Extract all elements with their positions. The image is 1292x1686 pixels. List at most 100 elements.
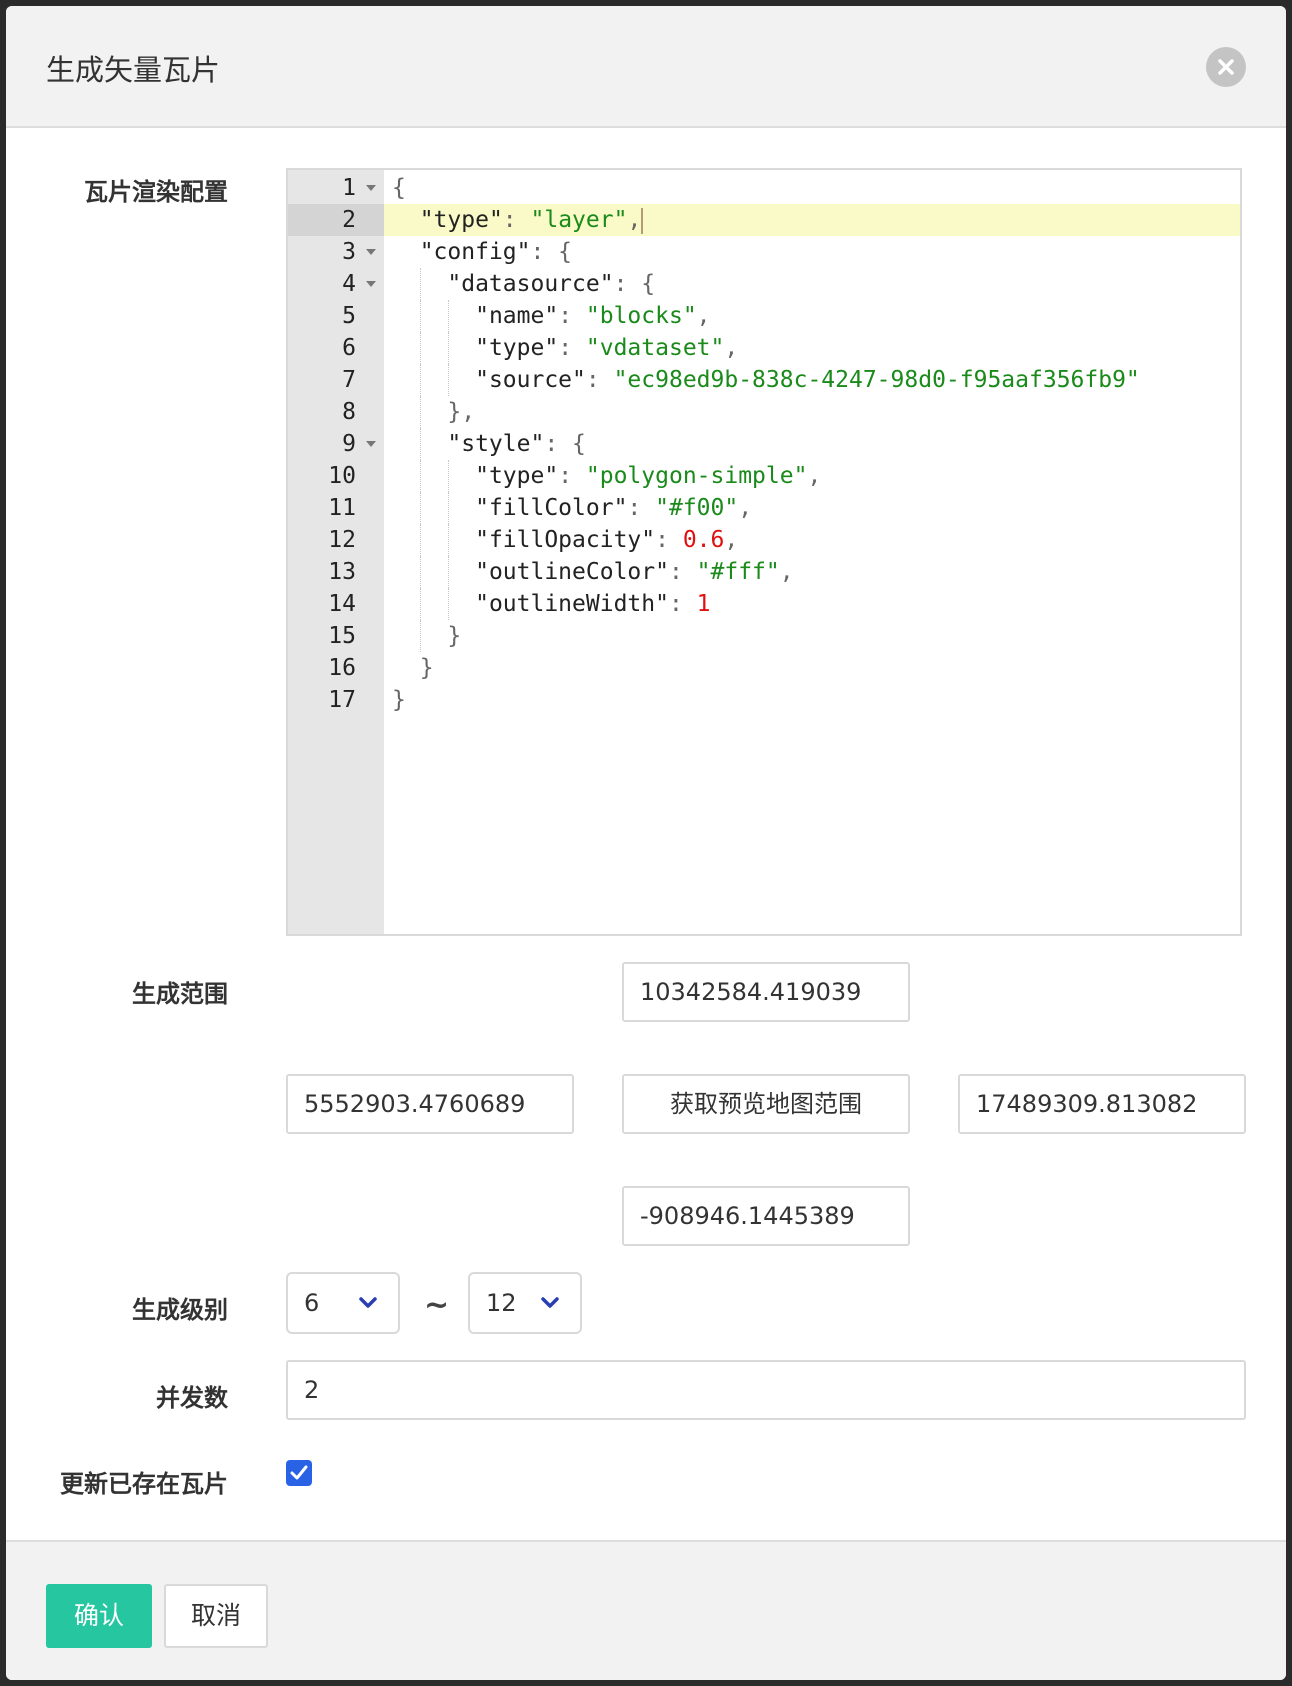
code-line[interactable]: 9 "style": { bbox=[288, 428, 1240, 460]
fold-toggle-icon[interactable] bbox=[366, 249, 376, 255]
code-token: "outlineWidth" bbox=[475, 591, 669, 617]
line-number: 7 bbox=[288, 364, 384, 396]
chevron-down-icon bbox=[541, 1297, 559, 1308]
line-number: 11 bbox=[288, 492, 384, 524]
code-line[interactable]: 13 "outlineColor": "#fff", bbox=[288, 556, 1240, 588]
line-number: 17 bbox=[288, 684, 384, 716]
code-token: "ec98ed9b-838c-4247-98d0-f95aaf356fb9" bbox=[613, 367, 1140, 393]
code-line[interactable]: 15 } bbox=[288, 620, 1240, 652]
code-token: "source" bbox=[475, 367, 586, 393]
code-token: "config" bbox=[419, 239, 531, 265]
code-token: , bbox=[738, 495, 753, 521]
line-number: 6 bbox=[288, 332, 384, 364]
code-text: } bbox=[384, 652, 1240, 684]
code-token: "#fff" bbox=[696, 559, 780, 585]
code-line[interactable]: 11 "fillColor": "#f00", bbox=[288, 492, 1240, 524]
concurrency-input[interactable]: 2 bbox=[286, 1360, 1246, 1420]
code-line[interactable]: 6 "type": "vdataset", bbox=[288, 332, 1240, 364]
code-token: : bbox=[668, 559, 697, 585]
level-separator: ~ bbox=[424, 1288, 450, 1323]
min-level-select[interactable]: 6 bbox=[286, 1272, 400, 1334]
code-line[interactable]: 10 "type": "polygon-simple", bbox=[288, 460, 1240, 492]
code-token: , bbox=[807, 463, 822, 489]
code-token: : bbox=[558, 463, 586, 489]
code-token: } bbox=[447, 623, 462, 649]
code-text: "type": "layer", bbox=[384, 204, 1240, 236]
indent-guide bbox=[448, 300, 449, 332]
code-token: : bbox=[655, 527, 683, 553]
render-config-label: 瓦片渲染配置 bbox=[84, 178, 228, 206]
fold-toggle-icon[interactable] bbox=[366, 281, 376, 287]
indent-guide bbox=[420, 556, 421, 588]
indent-guide bbox=[448, 364, 449, 396]
extent-top-input[interactable]: 10342584.419039 bbox=[622, 962, 910, 1022]
code-line[interactable]: 14 "outlineWidth": 1 bbox=[288, 588, 1240, 620]
code-token: : bbox=[502, 207, 531, 233]
fold-toggle-icon[interactable] bbox=[366, 185, 376, 191]
config-code-editor[interactable]: 1{2 "type": "layer", 3 "config": {4 "data… bbox=[286, 168, 1242, 936]
line-number-text: 7 bbox=[342, 367, 356, 393]
close-button[interactable] bbox=[1206, 47, 1246, 87]
code-text: "outlineColor": "#fff", bbox=[384, 556, 1240, 588]
code-line[interactable]: 1{ bbox=[288, 172, 1240, 204]
dialog-header: 生成矢量瓦片 bbox=[6, 6, 1286, 128]
code-line[interactable]: 2 "type": "layer", bbox=[288, 204, 1240, 236]
get-preview-extent-button[interactable]: 获取预览地图范围 bbox=[622, 1074, 910, 1134]
line-number-text: 16 bbox=[328, 655, 356, 681]
code-token: "name" bbox=[475, 303, 559, 329]
code-text: }, bbox=[384, 396, 1240, 428]
code-line[interactable]: 8 }, bbox=[288, 396, 1240, 428]
code-text: "fillOpacity": 0.6, bbox=[384, 524, 1240, 556]
code-token: , bbox=[724, 527, 739, 553]
concurrency-label: 并发数 bbox=[156, 1384, 228, 1412]
line-number: 10 bbox=[288, 460, 384, 492]
code-token: : bbox=[668, 591, 697, 617]
code-token: "type" bbox=[475, 335, 559, 361]
max-level-value: 12 bbox=[486, 1289, 517, 1317]
code-token: "blocks" bbox=[585, 303, 697, 329]
confirm-button[interactable]: 确认 bbox=[46, 1584, 152, 1648]
line-number: 1 bbox=[288, 172, 384, 204]
code-token: "datasource" bbox=[447, 271, 614, 297]
code-token: : bbox=[585, 367, 614, 393]
line-number-text: 11 bbox=[328, 495, 356, 521]
code-line[interactable]: 3 "config": { bbox=[288, 236, 1240, 268]
extent-bottom-input[interactable]: -908946.1445389 bbox=[622, 1186, 910, 1246]
line-number-text: 17 bbox=[328, 687, 356, 713]
close-icon bbox=[1218, 59, 1234, 75]
code-line[interactable]: 4 "datasource": { bbox=[288, 268, 1240, 300]
line-number-text: 6 bbox=[342, 335, 356, 361]
indent-guide bbox=[420, 620, 421, 652]
checkmark-icon bbox=[290, 1465, 308, 1480]
dialog-footer: 确认 取消 bbox=[6, 1540, 1286, 1680]
generate-vector-tiles-dialog: 生成矢量瓦片 瓦片渲染配置 1{2 "type": "layer", 3 "con… bbox=[6, 6, 1286, 1680]
indent-guide bbox=[420, 268, 421, 300]
extent-right-input[interactable]: 17489309.813082 bbox=[958, 1074, 1246, 1134]
line-number: 15 bbox=[288, 620, 384, 652]
line-number: 12 bbox=[288, 524, 384, 556]
indent-guide bbox=[420, 524, 421, 556]
code-line[interactable]: 7 "source": "ec98ed9b-838c-4247-98d0-f95… bbox=[288, 364, 1240, 396]
line-number-text: 15 bbox=[328, 623, 356, 649]
code-text: } bbox=[384, 620, 1240, 652]
cancel-button[interactable]: 取消 bbox=[164, 1584, 268, 1648]
update-existing-checkbox[interactable] bbox=[286, 1460, 312, 1486]
code-token: , bbox=[627, 207, 642, 233]
code-line[interactable]: 17} bbox=[288, 684, 1240, 716]
code-text: "type": "polygon-simple", bbox=[384, 460, 1240, 492]
code-token: "type" bbox=[419, 207, 503, 233]
indent-guide bbox=[420, 364, 421, 396]
fold-toggle-icon[interactable] bbox=[366, 441, 376, 447]
code-token: , bbox=[779, 559, 794, 585]
code-line[interactable]: 12 "fillOpacity": 0.6, bbox=[288, 524, 1240, 556]
code-line[interactable]: 5 "name": "blocks", bbox=[288, 300, 1240, 332]
line-number: 2 bbox=[288, 204, 384, 236]
code-line[interactable]: 16 } bbox=[288, 652, 1240, 684]
extent-left-input[interactable]: 5552903.4760689 bbox=[286, 1074, 574, 1134]
code-token: "type" bbox=[475, 463, 559, 489]
max-level-select[interactable]: 12 bbox=[468, 1272, 582, 1334]
code-token: "vdataset" bbox=[585, 335, 725, 361]
code-text: "fillColor": "#f00", bbox=[384, 492, 1240, 524]
line-number-text: 13 bbox=[328, 559, 356, 585]
code-token: : bbox=[627, 495, 656, 521]
